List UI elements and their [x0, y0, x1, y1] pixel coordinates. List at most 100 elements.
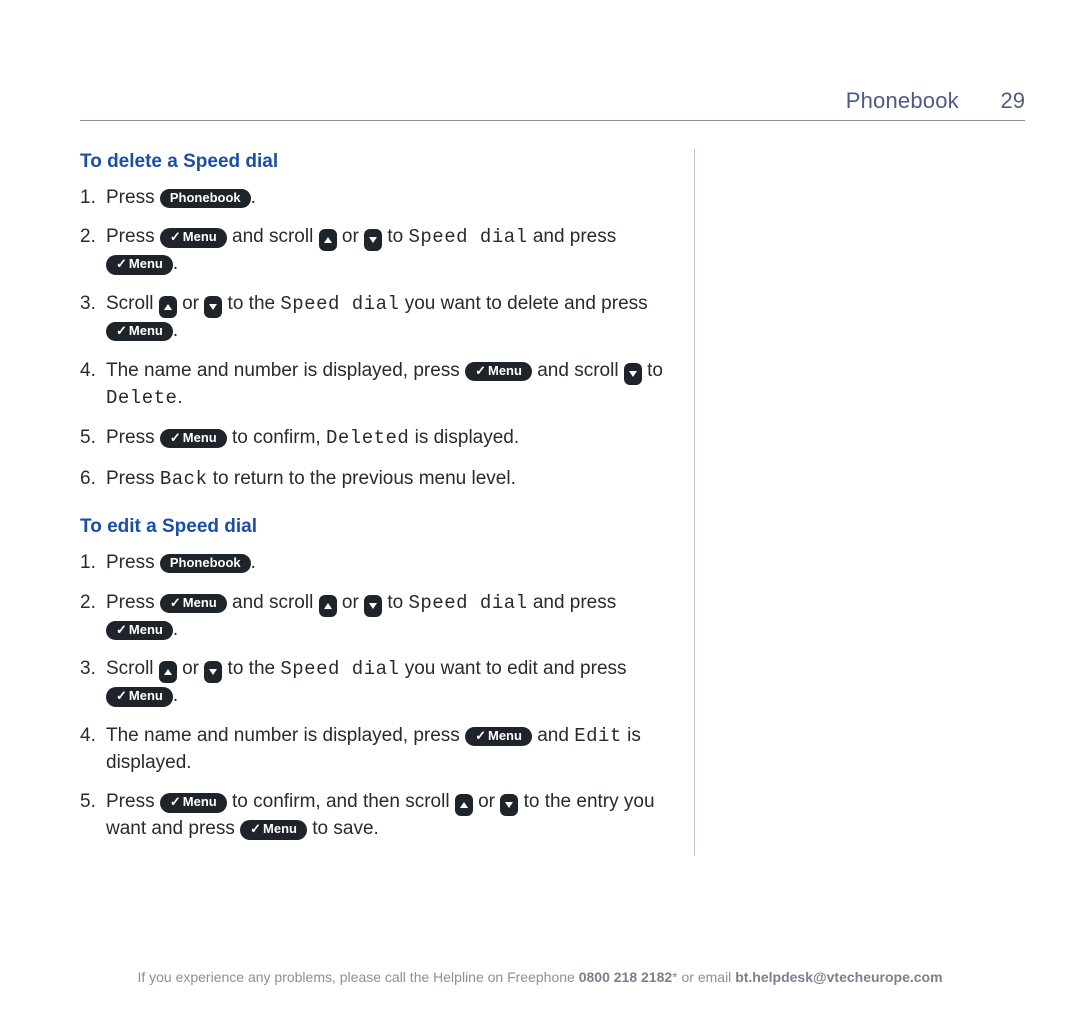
- text: and scroll: [232, 592, 313, 613]
- page-header: Phonebook 29: [80, 88, 1025, 114]
- text: or: [182, 293, 199, 314]
- text: to: [387, 226, 403, 247]
- phonebook-button-icon: Phonebook: [160, 189, 251, 208]
- footer-text: * or email: [672, 969, 735, 985]
- menu-button-icon: ✓Menu: [240, 820, 307, 839]
- menu-button-icon: ✓Menu: [465, 362, 532, 381]
- menu-button-icon: ✓Menu: [465, 727, 532, 746]
- check-icon: ✓: [116, 622, 127, 638]
- down-arrow-icon: [204, 296, 222, 318]
- text: The name and number is displayed, press: [106, 725, 460, 746]
- down-arrow-icon: [364, 595, 382, 617]
- phonebook-button-icon: Phonebook: [160, 554, 251, 573]
- up-arrow-icon: [159, 296, 177, 318]
- heading-edit-speed-dial: To edit a Speed dial: [80, 514, 670, 540]
- list-item: Press ✓Menu to confirm, Deleted is displ…: [80, 425, 670, 452]
- text: Press: [106, 468, 155, 489]
- menu-button-icon: ✓Menu: [160, 429, 227, 448]
- check-icon: ✓: [170, 430, 181, 446]
- text: and scroll: [537, 360, 618, 381]
- lcd-text: Speed dial: [280, 293, 399, 315]
- text: to confirm, and then scroll: [232, 791, 450, 812]
- text: to: [647, 360, 663, 381]
- text: you want to edit and: [405, 658, 575, 679]
- check-icon: ✓: [475, 363, 486, 379]
- down-arrow-icon: [364, 229, 382, 251]
- check-icon: ✓: [475, 728, 486, 744]
- check-icon: ✓: [250, 821, 261, 837]
- text: or: [342, 592, 359, 613]
- check-icon: ✓: [116, 688, 127, 704]
- manual-page: Phonebook 29 To delete a Speed dial Pres…: [0, 0, 1080, 1021]
- edit-steps: Press Phonebook. Press ✓Menu and scroll …: [80, 550, 670, 842]
- check-icon: ✓: [170, 595, 181, 611]
- list-item: Press ✓Menu and scroll or to Speed dial …: [80, 224, 670, 277]
- up-arrow-icon: [455, 794, 473, 816]
- content-columns: To delete a Speed dial Press Phonebook. …: [80, 149, 1025, 856]
- list-item: Press ✓Menu to confirm, and then scroll …: [80, 789, 670, 842]
- text: and scroll: [232, 226, 313, 247]
- menu-button-icon: ✓Menu: [106, 687, 173, 706]
- text: to the: [228, 658, 276, 679]
- text: or: [342, 226, 359, 247]
- text: press: [580, 658, 626, 679]
- header-rule: [80, 120, 1025, 121]
- menu-button-icon: ✓Menu: [106, 255, 173, 274]
- text: and press: [533, 226, 616, 247]
- page-footer: If you experience any problems, please c…: [0, 969, 1080, 985]
- list-item: Press ✓Menu and scroll or to Speed dial …: [80, 590, 670, 643]
- lcd-text: Speed dial: [409, 592, 528, 614]
- page-number: 29: [965, 88, 1025, 114]
- up-arrow-icon: [319, 229, 337, 251]
- text: Press: [106, 592, 155, 613]
- text: to return to the previous menu level.: [213, 468, 516, 489]
- text: press: [601, 293, 647, 314]
- delete-steps: Press Phonebook. Press ✓Menu and scroll …: [80, 185, 670, 493]
- lcd-text: Edit: [574, 725, 622, 747]
- text: or: [182, 658, 199, 679]
- text: Press: [106, 427, 155, 448]
- text: to: [387, 592, 403, 613]
- lcd-text: Deleted: [326, 427, 409, 449]
- list-item: Scroll or to the Speed dial you want to …: [80, 656, 670, 709]
- check-icon: ✓: [116, 256, 127, 272]
- list-item: The name and number is displayed, press …: [80, 358, 670, 412]
- lcd-text: Speed dial: [409, 226, 528, 248]
- lcd-text: Delete: [106, 387, 177, 409]
- menu-button-icon: ✓Menu: [160, 228, 227, 247]
- down-arrow-icon: [204, 661, 222, 683]
- list-item: The name and number is displayed, press …: [80, 723, 670, 775]
- check-icon: ✓: [116, 323, 127, 339]
- text: Scroll: [106, 293, 154, 314]
- text: Press: [106, 552, 155, 573]
- text: to confirm,: [232, 427, 321, 448]
- text: The name and number is displayed, press: [106, 360, 460, 381]
- text: and press: [533, 592, 616, 613]
- down-arrow-icon: [500, 794, 518, 816]
- list-item: Press Back to return to the previous men…: [80, 466, 670, 493]
- text: Press: [106, 226, 155, 247]
- list-item: Press Phonebook.: [80, 185, 670, 211]
- text: Scroll: [106, 658, 154, 679]
- down-arrow-icon: [624, 363, 642, 385]
- menu-button-icon: ✓Menu: [160, 594, 227, 613]
- text: Press: [106, 791, 155, 812]
- text: and: [537, 725, 569, 746]
- footer-phone: 0800 218 2182: [579, 969, 672, 985]
- list-item: Press Phonebook.: [80, 550, 670, 576]
- section-title: Phonebook: [846, 88, 959, 113]
- check-icon: ✓: [170, 794, 181, 810]
- text: you want to delete and: [405, 293, 596, 314]
- menu-button-icon: ✓Menu: [160, 793, 227, 812]
- lcd-text: Speed dial: [280, 658, 399, 680]
- list-item: Scroll or to the Speed dial you want to …: [80, 291, 670, 344]
- main-column: To delete a Speed dial Press Phonebook. …: [80, 149, 694, 856]
- text: is displayed.: [415, 427, 520, 448]
- check-icon: ✓: [170, 229, 181, 245]
- footer-email: bt.helpdesk@vtecheurope.com: [735, 969, 942, 985]
- menu-button-icon: ✓Menu: [106, 621, 173, 640]
- text: to the: [228, 293, 276, 314]
- footer-text: If you experience any problems, please c…: [137, 969, 578, 985]
- menu-button-icon: ✓Menu: [106, 322, 173, 341]
- side-column: [695, 149, 1025, 856]
